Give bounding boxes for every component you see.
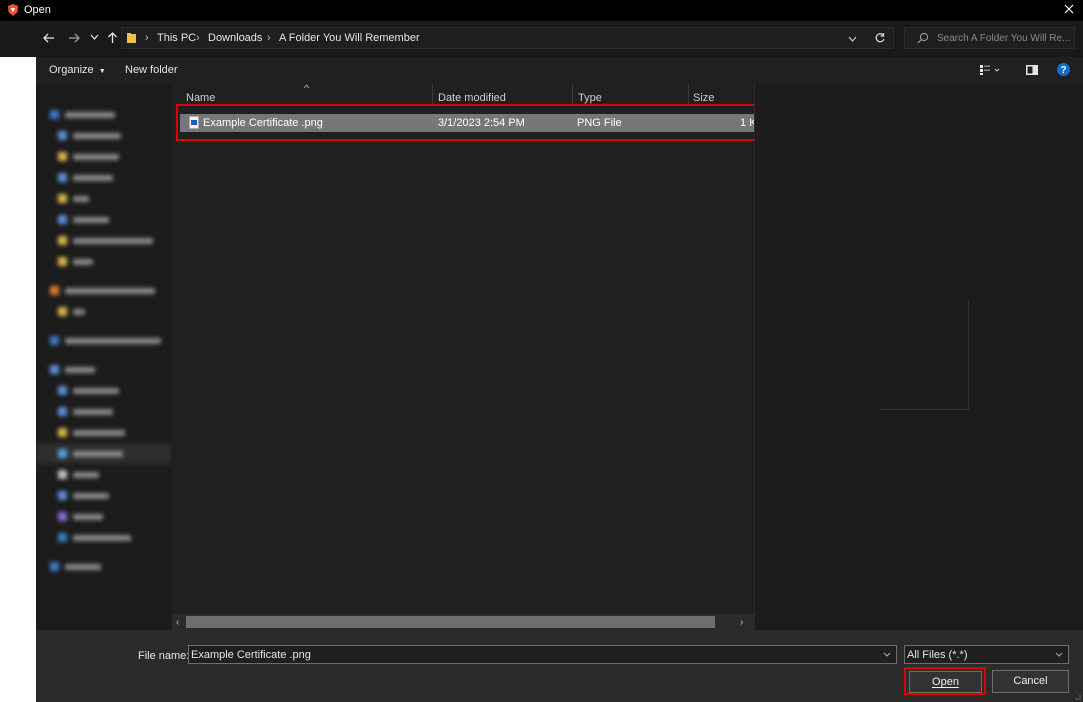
chevron-down-icon: ▼ xyxy=(98,68,106,75)
breadcrumb-current-folder[interactable]: A Folder You Will Remember xyxy=(279,32,420,44)
sort-ascending-icon xyxy=(303,84,310,89)
cancel-button[interactable]: Cancel xyxy=(992,670,1069,693)
scroll-left-icon[interactable]: ‹ xyxy=(176,617,179,628)
column-header-name[interactable]: Name xyxy=(186,92,215,104)
close-icon[interactable] xyxy=(1063,3,1075,15)
address-dropdown-chevron-icon[interactable] xyxy=(848,36,857,43)
search-icon xyxy=(917,32,929,44)
folder-icon xyxy=(126,32,138,44)
title-bar: Open xyxy=(0,0,1083,21)
column-divider[interactable] xyxy=(432,84,433,106)
column-header-type[interactable]: Type xyxy=(578,92,602,104)
view-options-icon[interactable] xyxy=(980,65,1002,75)
command-bar: Organize ▼ New folder ? xyxy=(36,57,1083,84)
up-icon[interactable] xyxy=(107,31,118,44)
address-row: › This PC › Downloads › A Folder You Wil… xyxy=(0,21,1083,57)
search-box[interactable]: Search A Folder You Will Re... xyxy=(904,27,1075,49)
resize-grip-icon[interactable] xyxy=(1073,692,1081,700)
new-folder-button[interactable]: New folder xyxy=(125,64,178,76)
scrollbar-thumb[interactable] xyxy=(186,616,715,628)
column-divider[interactable] xyxy=(572,84,573,106)
window-title: Open xyxy=(24,4,51,16)
column-header-date[interactable]: Date modified xyxy=(438,92,506,104)
forward-icon[interactable] xyxy=(68,32,81,44)
search-placeholder: Search A Folder You Will Re... xyxy=(937,33,1071,44)
file-type-value: All Files (*.*) xyxy=(907,649,968,661)
breadcrumb-separator-icon: › xyxy=(145,32,149,44)
back-icon[interactable] xyxy=(42,32,55,44)
file-name-value: Example Certificate .png xyxy=(191,649,311,661)
breadcrumb-separator-icon: › xyxy=(196,32,200,44)
app-icon xyxy=(6,3,20,17)
preview-pane xyxy=(754,84,1083,630)
navigation-tree xyxy=(36,84,172,577)
scroll-right-icon[interactable]: › xyxy=(740,617,743,628)
svg-text:?: ? xyxy=(1060,65,1066,76)
navigation-pane[interactable] xyxy=(36,84,172,630)
organize-label: Organize xyxy=(49,64,94,76)
cancel-button-label: Cancel xyxy=(1013,675,1048,687)
refresh-icon[interactable] xyxy=(874,32,886,44)
preview-frame xyxy=(880,300,969,410)
help-icon[interactable]: ? xyxy=(1057,63,1070,76)
chevron-down-icon[interactable] xyxy=(883,652,891,658)
column-divider[interactable] xyxy=(688,84,689,106)
organize-button[interactable]: Organize ▼ xyxy=(49,64,106,76)
breadcrumb-this-pc[interactable]: This PC xyxy=(157,32,196,44)
dialog-footer: File name: Example Certificate .png All … xyxy=(36,630,1083,702)
recent-locations-chevron-icon[interactable] xyxy=(90,34,99,41)
file-list[interactable]: Name Date modified Type Size Example Cer… xyxy=(172,84,758,630)
breadcrumb-downloads[interactable]: Downloads xyxy=(208,32,262,44)
breadcrumb-separator-icon: › xyxy=(267,32,271,44)
address-bar[interactable]: › This PC › Downloads › A Folder You Wil… xyxy=(121,27,894,49)
highlight-file-row xyxy=(176,104,758,141)
chevron-down-icon xyxy=(1055,652,1063,658)
file-type-select[interactable]: All Files (*.*) xyxy=(904,645,1069,664)
file-name-field[interactable]: Example Certificate .png xyxy=(188,645,897,664)
column-header-size[interactable]: Size xyxy=(693,92,714,104)
preview-pane-icon[interactable] xyxy=(1026,65,1038,75)
highlight-open-button xyxy=(904,667,986,695)
horizontal-scrollbar[interactable]: ‹ › xyxy=(172,614,754,630)
file-name-label: File name: xyxy=(138,650,190,662)
